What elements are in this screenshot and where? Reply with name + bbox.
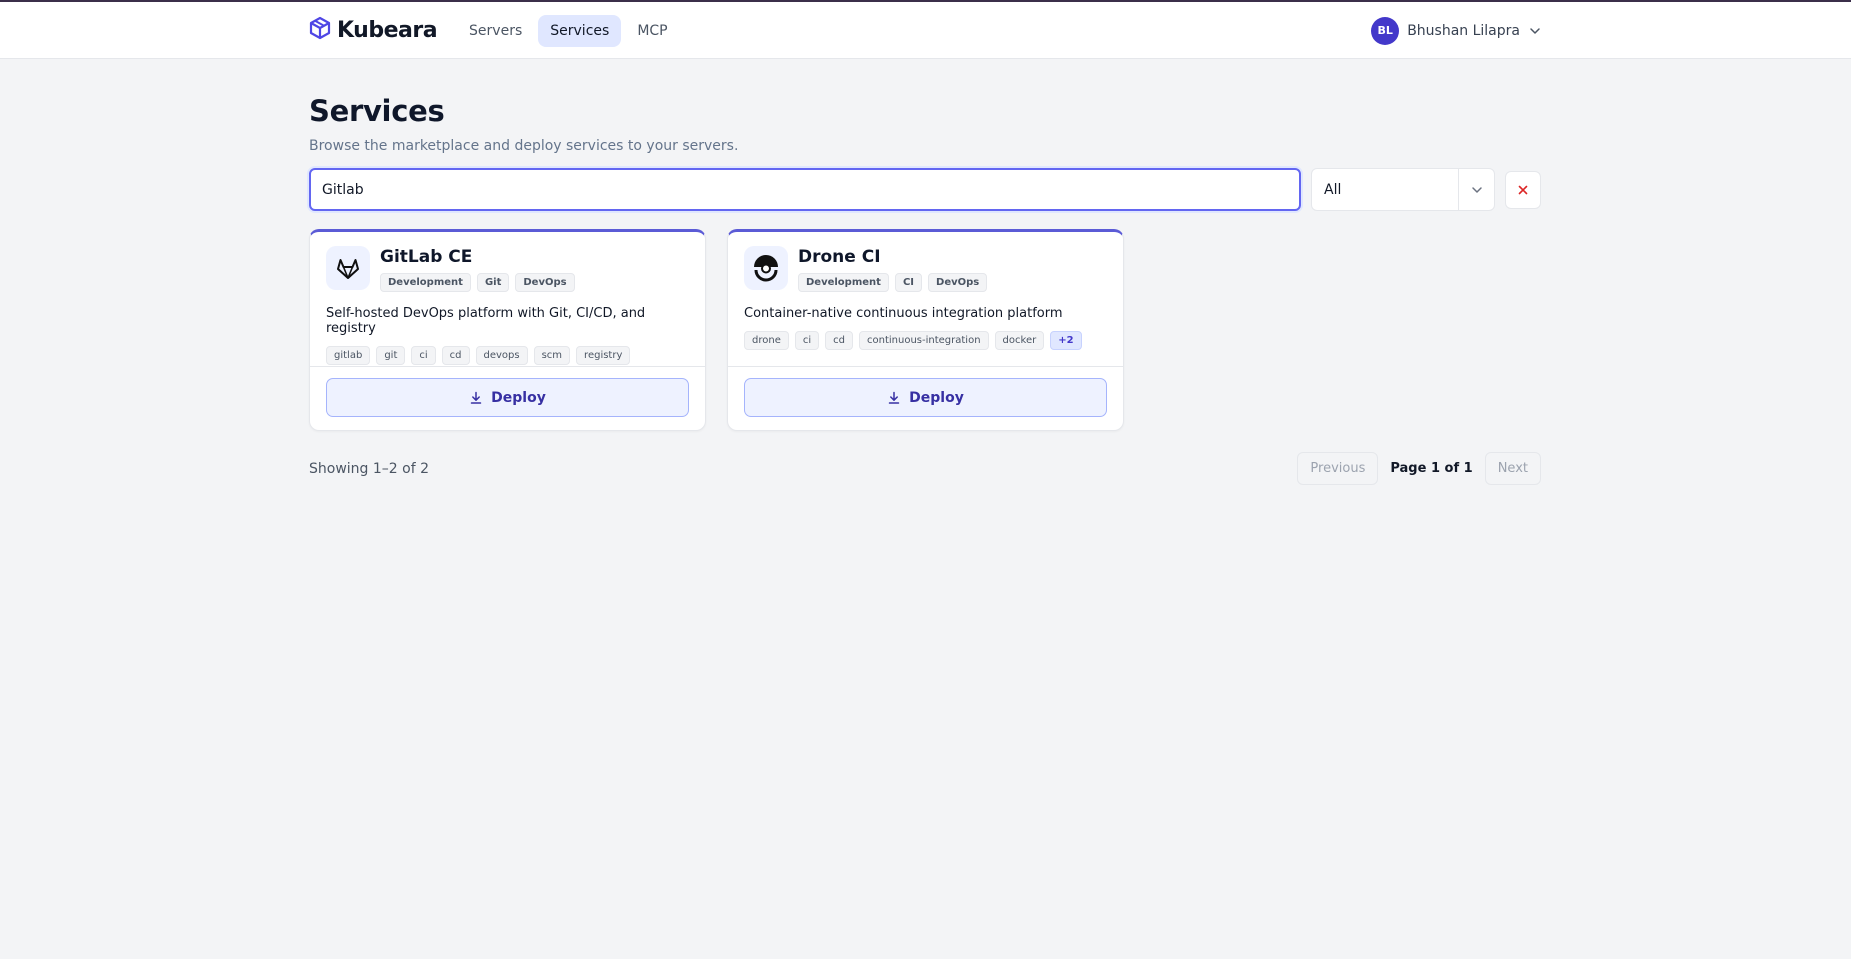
drone-icon [754,255,778,282]
tag: git [376,346,406,365]
tag: drone [744,331,789,350]
download-icon [888,391,900,404]
gitlab-icon [337,259,359,279]
page-subtitle: Browse the marketplace and deploy servic… [309,138,739,154]
search-input[interactable] [309,168,1301,211]
top-navigation-inner: Kubeara Servers Services MCP BL Bhushan … [309,2,1542,59]
card-header: Drone CI Development CI DevOps [728,232,1123,292]
user-name: Bhushan Lilapra [1407,22,1520,39]
category-chip: Git [476,273,510,292]
filter-bar: All [309,168,1541,211]
pagination-row: Showing 1–2 of 2 Previous Page 1 of 1 Ne… [309,452,1541,485]
card-description: Container-native continuous integration … [744,306,1063,321]
download-icon [470,391,482,404]
category-select[interactable]: All [1311,168,1495,211]
card-divider [310,366,705,367]
tag-list: drone ci cd continuous-integration docke… [728,331,1123,350]
category-chip: DevOps [515,273,575,292]
service-icon-container [744,246,788,290]
top-navigation-bar: Kubeara Servers Services MCP BL Bhushan … [0,2,1851,59]
card-title: GitLab CE [380,247,473,267]
nav-services[interactable]: Services [538,14,622,47]
card-description: Self-hosted DevOps platform with Git, CI… [326,306,646,336]
deploy-button[interactable]: Deploy [744,378,1107,417]
tag: cd [441,346,470,365]
tag: scm [533,346,571,365]
category-select-caret [1458,169,1494,210]
nav-mcp[interactable]: MCP [625,15,679,47]
card-title: Drone CI [798,247,881,267]
tag: devops [475,346,528,365]
nav-servers[interactable]: Servers [457,15,534,47]
tag: ci [411,346,436,365]
category-chips: Development CI DevOps [798,273,988,292]
page-indicator: Page 1 of 1 [1390,461,1473,476]
avatar: BL [1371,16,1400,45]
main-content: Services Browse the marketplace and depl… [309,59,1541,485]
chevron-down-icon [1530,27,1540,34]
service-card-gitlab-ce: GitLab CE Development Git DevOps Self-ho… [309,229,706,431]
service-card-grid: GitLab CE Development Git DevOps Self-ho… [309,229,1541,431]
category-chip: CI [894,273,923,292]
card-header: GitLab CE Development Git DevOps [310,232,705,292]
brand-name: Kubeara [337,18,438,43]
service-card-drone-ci: Drone CI Development CI DevOps Container… [727,229,1124,431]
pagination: Previous Page 1 of 1 Next [1297,452,1541,485]
results-count: Showing 1–2 of 2 [309,460,429,477]
page-title: Services [309,94,445,128]
tag: gitlab [326,346,371,365]
tag-list: gitlab git ci cd devops scm registry [310,346,705,365]
kubeara-logo-icon [309,16,331,39]
more-tags-badge[interactable]: +2 [1050,331,1082,350]
category-chip: Development [798,273,889,292]
main-nav: Servers Services MCP [457,14,680,47]
tag: registry [576,346,631,365]
previous-page-button[interactable]: Previous [1297,452,1379,485]
deploy-button[interactable]: Deploy [326,378,689,417]
brand[interactable]: Kubeara [309,16,438,46]
clear-filters-button[interactable] [1505,170,1541,209]
category-chips: Development Git DevOps [380,273,575,292]
card-divider [728,366,1123,367]
category-chip: DevOps [928,273,988,292]
deploy-button-label: Deploy [491,389,546,406]
category-chip: Development [380,273,471,292]
next-page-button[interactable]: Next [1484,452,1541,485]
user-menu[interactable]: BL Bhushan Lilapra [1371,16,1542,45]
deploy-button-label: Deploy [909,389,964,406]
category-select-value: All [1324,181,1342,198]
tag: cd [825,331,853,350]
close-icon [1518,185,1528,194]
tag: docker [994,331,1045,350]
card-title-block: Drone CI Development CI DevOps [798,246,988,292]
tag: continuous-integration [859,331,989,350]
card-title-block: GitLab CE Development Git DevOps [380,246,575,292]
tag: ci [794,331,820,350]
service-icon-container [326,246,370,290]
chevron-down-icon [1471,186,1482,193]
